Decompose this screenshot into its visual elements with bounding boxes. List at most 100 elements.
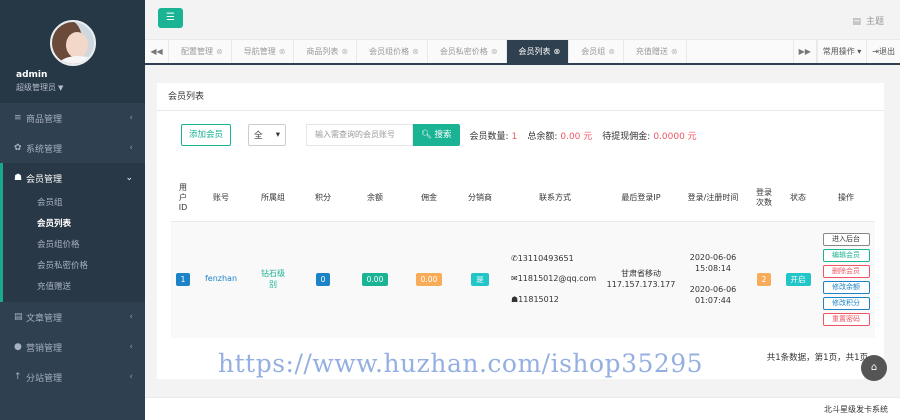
cell-status: 开启 xyxy=(779,221,817,338)
avatar[interactable] xyxy=(49,20,96,66)
close-icon[interactable]: ⊗ xyxy=(279,47,286,56)
filter-select[interactable]: 全 ▾ xyxy=(248,124,287,146)
col-header-points: 积分 xyxy=(299,175,347,222)
close-icon[interactable]: ⊗ xyxy=(491,47,498,56)
tab-navigation[interactable]: 导航管理 ⊗ xyxy=(232,40,295,63)
tab-private-price[interactable]: 会员私密价格 ⊗ xyxy=(428,40,507,63)
caret-down-icon: ▼ xyxy=(58,84,64,92)
menu-toggle-button[interactable]: ☰ xyxy=(158,8,183,28)
theme-button[interactable]: ▤ 主题 xyxy=(852,14,884,27)
theme-icon: ▤ xyxy=(852,17,861,27)
login-date: 2020-06-06 xyxy=(689,253,737,263)
close-icon[interactable]: ⊗ xyxy=(412,47,419,56)
ip-location: 甘肃省移动 xyxy=(621,268,661,278)
tab-label: 充值赠送 xyxy=(635,47,668,56)
register-date: 2020-06-06 xyxy=(689,284,737,294)
total-balance-stat: 总余额: 0.00 元 xyxy=(527,129,592,142)
status-badge[interactable]: 开启 xyxy=(785,273,811,287)
sidebar-group-members: ☗ 会员管理 ⌄ 会员组 会员列表 会员组价格 会员私密价格 充值赠送 xyxy=(0,163,145,302)
close-icon[interactable]: ⊗ xyxy=(554,47,561,56)
sidebar-item-label: 文章管理 xyxy=(26,313,63,324)
table-row: 1 fenzhan 钻石级别 0 0.00 0.00 是 ✆1311049365… xyxy=(171,221,875,338)
sidebar-menu: ≡ 商品管理 ‹ ✿ 系统管理 ‹ ☗ 会员管理 ⌄ 会员组 会员列表 会员组价格 会员私密… xyxy=(0,103,145,392)
common-ops-dropdown[interactable]: 常用操作 ▾ xyxy=(816,40,867,63)
sidebar: admin 超级管理员 ▼ ≡ 商品管理 ‹ ✿ 系统管理 ‹ ☗ 会员管理 ⌄ 会员组 会员… xyxy=(0,0,145,420)
sidebar-item-label: 系统管理 xyxy=(26,144,63,155)
chevron-left-icon: ‹ xyxy=(129,372,133,382)
tab-label: 会员列表 xyxy=(518,47,551,56)
col-header-status: 状态 xyxy=(779,175,817,222)
tab-scroll-left-button[interactable]: ◀◀ xyxy=(145,40,169,63)
member-count-stat: 会员数量: 1 xyxy=(470,129,518,142)
close-icon[interactable]: ⊗ xyxy=(341,47,348,56)
col-header-account: 账号 xyxy=(195,175,247,222)
col-header-id: 用户 ID xyxy=(171,175,195,222)
cell-contact: ✆13110493651 ✉11815012@qq.com ☗11815012 xyxy=(505,221,605,338)
hamburger-icon: ☰ xyxy=(166,12,175,23)
tab-config[interactable]: 配置管理 ⊗ xyxy=(169,40,232,63)
close-icon[interactable]: ⊗ xyxy=(671,47,678,56)
stat-value: 0.0000 元 xyxy=(653,131,697,142)
delete-member-button[interactable]: 删除会员 xyxy=(822,265,870,279)
footer-text: 北斗星级发卡系统 xyxy=(824,405,888,414)
tab-member-list[interactable]: 会员列表 ⊗ xyxy=(506,40,570,63)
login-time: 15:08:14 xyxy=(695,263,731,273)
col-header-commission: 佣金 xyxy=(403,175,455,222)
sidebar-subitem-recharge-gift[interactable]: 充值赠送 xyxy=(3,277,145,298)
sidebar-item-members[interactable]: ☗ 会员管理 ⌄ xyxy=(3,163,145,193)
edit-member-button[interactable]: 编辑会员 xyxy=(822,249,870,263)
col-header-balance: 余额 xyxy=(347,175,403,222)
enter-backend-button[interactable]: 进入后台 xyxy=(822,233,870,247)
col-header-time: 登录/注册时间 xyxy=(677,175,749,222)
tab-recharge-gift[interactable]: 充值赠送 ⊗ xyxy=(624,40,687,63)
col-header-actions: 操作 xyxy=(817,175,875,222)
modify-balance-button[interactable]: 修改余额 xyxy=(822,281,870,295)
user-role-dropdown[interactable]: 超级管理员 ▼ xyxy=(0,82,145,93)
search-button[interactable]: 🔍︎ 搜索 xyxy=(413,124,460,146)
theme-label: 主题 xyxy=(865,17,884,27)
sidebar-item-system[interactable]: ✿ 系统管理 ‹ xyxy=(0,133,145,163)
add-member-button[interactable]: 添加会员 xyxy=(181,124,232,146)
sidebar-item-goods[interactable]: ≡ 商品管理 ‹ xyxy=(0,103,145,133)
modify-points-button[interactable]: 修改积分 xyxy=(822,297,870,311)
home-icon: ⌂ xyxy=(870,362,878,373)
distributor-badge: 是 xyxy=(471,273,489,287)
reset-password-button[interactable]: 重置密码 xyxy=(822,313,870,327)
col-header-group: 所属组 xyxy=(247,175,299,222)
table-header-row: 用户 ID 账号 所属组 积分 余额 佣金 分销商 联系方式 最后登录IP 登录/… xyxy=(171,175,875,222)
tab-group-price[interactable]: 会员组价格 ⊗ xyxy=(357,40,428,63)
tab-member-group[interactable]: 会员组 ⊗ xyxy=(569,40,624,63)
qq-value: 11815012 xyxy=(518,295,559,305)
search-input[interactable]: 输入需查询的会员账号 xyxy=(306,124,414,146)
top-navbar: ☰ ▤ 主题 xyxy=(145,0,900,40)
phone-value: 13110493651 xyxy=(517,253,574,263)
tab-label: 配置管理 xyxy=(181,47,213,56)
tab-spacer xyxy=(687,40,793,63)
sidebar-subitem-member-list[interactable]: 会员列表 xyxy=(3,214,145,235)
sidebar-item-marketing[interactable]: ● 营销管理 ‹ xyxy=(0,332,145,362)
sidebar-subitem-member-group[interactable]: 会员组 xyxy=(3,193,145,214)
panel-title: 会员列表 xyxy=(157,83,884,111)
chevron-left-icon: ‹ xyxy=(129,342,133,352)
cell-time: 2020-06-06 15:08:14 2020-06-06 01:07:44 xyxy=(677,221,749,338)
register-time: 01:07:44 xyxy=(695,295,731,305)
account-link[interactable]: fenzhan xyxy=(205,274,237,283)
tab-goods-list[interactable]: 商品列表 ⊗ xyxy=(294,40,358,63)
chevron-left-icon: ‹ xyxy=(129,312,133,322)
home-button[interactable]: ⌂ xyxy=(861,355,887,381)
cell-id: 1 xyxy=(171,221,195,338)
sidebar-item-articles[interactable]: ▤ 文章管理 ‹ xyxy=(0,302,145,332)
search-icon: 🔍︎ xyxy=(421,130,432,140)
gear-icon: ✿ xyxy=(14,143,22,153)
tab-scroll-right-button[interactable]: ▶▶ xyxy=(792,40,817,63)
logout-button[interactable]: ⇥ 退出 xyxy=(866,40,900,63)
points-badge: 0 xyxy=(315,273,331,287)
sidebar-subitem-group-price[interactable]: 会员组价格 xyxy=(3,235,145,256)
pending-commission-stat: 待提现佣金: 0.0000 元 xyxy=(602,129,696,142)
chevron-down-icon: ⌄ xyxy=(125,173,133,183)
close-icon[interactable]: ⊗ xyxy=(216,47,223,56)
tab-label: 商品列表 xyxy=(306,47,339,56)
sidebar-item-branches[interactable]: ↑ 分站管理 ‹ xyxy=(0,362,145,392)
close-icon[interactable]: ⊗ xyxy=(608,47,615,56)
sidebar-subitem-private-price[interactable]: 会员私密价格 xyxy=(3,256,145,277)
